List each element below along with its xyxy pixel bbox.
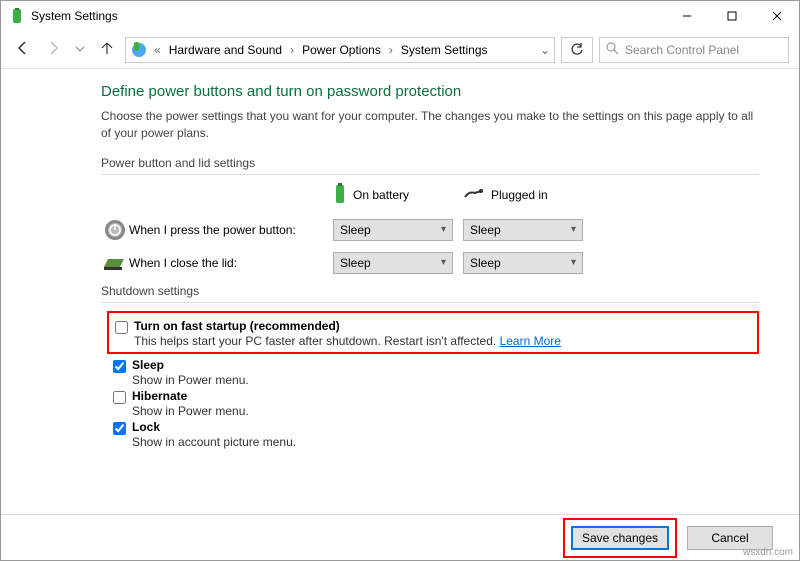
plug-icon — [463, 187, 485, 204]
power-button-icon — [101, 218, 129, 242]
close-button[interactable] — [754, 1, 799, 31]
breadcrumb-system-settings[interactable]: System Settings — [399, 43, 490, 57]
column-plugged-in: Plugged in — [463, 187, 593, 204]
row-close-lid: When I close the lid: Sleep▾ Sleep▾ — [101, 252, 759, 274]
hibernate-label: Hibernate — [132, 389, 249, 403]
breadcrumb-power-options[interactable]: Power Options — [300, 43, 383, 57]
sleep-label: Sleep — [132, 358, 249, 372]
maximize-button[interactable] — [709, 1, 754, 31]
breadcrumb-hardware[interactable]: Hardware and Sound — [167, 43, 284, 57]
chevron-down-icon: ▾ — [571, 224, 576, 235]
search-icon — [606, 42, 619, 58]
section-shutdown-label: Shutdown settings — [101, 284, 759, 298]
window-title: System Settings — [31, 9, 664, 23]
fast-startup-description: This helps start your PC faster after sh… — [134, 334, 561, 348]
chevron-down-icon: ▾ — [441, 257, 446, 268]
learn-more-link[interactable]: Learn More — [500, 334, 561, 348]
chevron-right-icon: › — [288, 43, 296, 57]
power-button-battery-select[interactable]: Sleep▾ — [333, 219, 453, 241]
highlight-fast-startup: Turn on fast startup (recommended) This … — [107, 311, 759, 354]
recent-locations-button[interactable] — [71, 41, 89, 59]
address-bar[interactable]: « Hardware and Sound › Power Options › S… — [125, 37, 555, 63]
fast-startup-checkbox[interactable] — [115, 321, 128, 334]
sleep-checkbox[interactable] — [113, 360, 126, 373]
close-lid-battery-select[interactable]: Sleep▾ — [333, 252, 453, 274]
row-power-button: When I press the power button: Sleep▾ Sl… — [101, 218, 759, 242]
sleep-description: Show in Power menu. — [132, 373, 249, 387]
watermark: wsxdn.com — [743, 547, 793, 558]
navbar: « Hardware and Sound › Power Options › S… — [1, 31, 799, 69]
cancel-button[interactable]: Cancel — [687, 526, 773, 550]
save-changes-button[interactable]: Save changes — [571, 526, 669, 550]
minimize-button[interactable] — [664, 1, 709, 31]
page-description: Choose the power settings that you want … — [101, 108, 759, 142]
close-lid-plugged-select[interactable]: Sleep▾ — [463, 252, 583, 274]
search-input[interactable]: Search Control Panel — [599, 37, 789, 63]
content-area: Define power buttons and turn on passwor… — [1, 69, 799, 560]
divider — [101, 174, 759, 175]
refresh-button[interactable] — [561, 37, 593, 63]
chevron-down-icon: ▾ — [441, 224, 446, 235]
forward-button[interactable] — [41, 38, 65, 61]
power-button-plugged-select[interactable]: Sleep▾ — [463, 219, 583, 241]
chevron-down-icon: ▾ — [571, 257, 576, 268]
hibernate-checkbox[interactable] — [113, 391, 126, 404]
hibernate-description: Show in Power menu. — [132, 404, 249, 418]
search-placeholder: Search Control Panel — [625, 43, 739, 57]
page-heading: Define power buttons and turn on passwor… — [101, 83, 759, 100]
lid-icon — [101, 253, 129, 273]
up-button[interactable] — [95, 38, 119, 61]
breadcrumb-sep: « — [152, 43, 163, 57]
column-on-battery: On battery — [333, 183, 463, 208]
back-button[interactable] — [11, 38, 35, 61]
footer-bar: Save changes Cancel — [1, 514, 799, 560]
address-chevron-icon[interactable]: ⌄ — [540, 43, 550, 57]
chevron-right-icon: › — [387, 43, 395, 57]
battery-icon — [333, 183, 347, 208]
control-panel-icon — [130, 41, 148, 59]
app-icon — [9, 8, 25, 24]
section-power-button-label: Power button and lid settings — [101, 156, 759, 170]
fast-startup-label: Turn on fast startup (recommended) — [134, 319, 561, 333]
lock-description: Show in account picture menu. — [132, 435, 296, 449]
divider — [101, 302, 759, 303]
highlight-save: Save changes — [563, 518, 677, 558]
titlebar: System Settings — [1, 1, 799, 31]
lock-label: Lock — [132, 420, 296, 434]
lock-checkbox[interactable] — [113, 422, 126, 435]
